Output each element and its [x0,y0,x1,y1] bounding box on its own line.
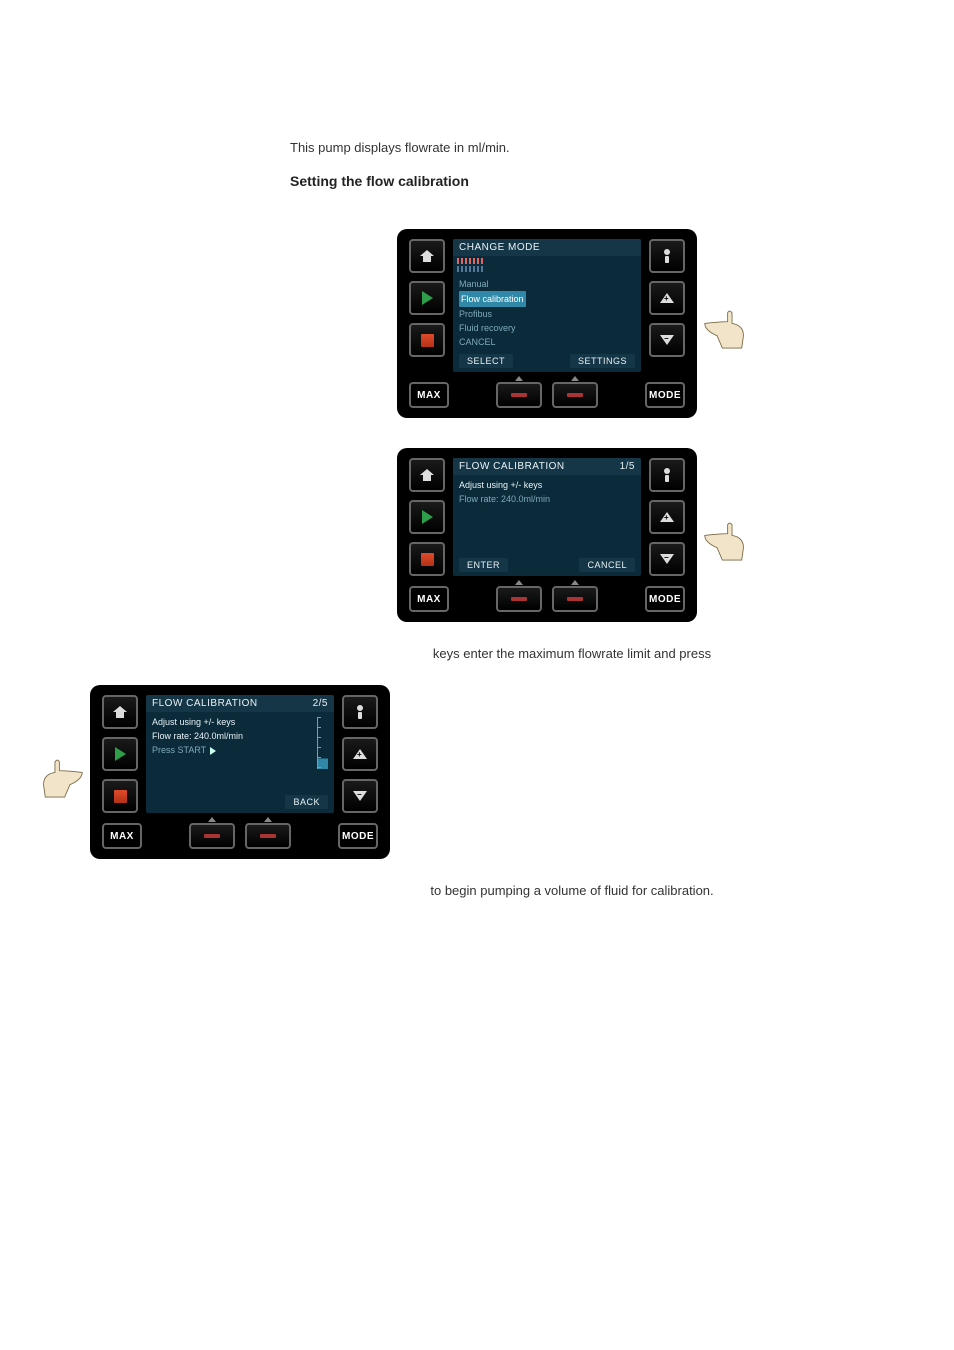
play-button[interactable] [409,281,445,315]
play-icon [115,747,126,761]
screen-title: FLOW CALIBRATION [152,698,258,709]
screen-title: CHANGE MODE [459,242,540,253]
home-button[interactable] [102,695,138,729]
hand-pointer-icon [703,297,747,350]
menu-list: Manual Flow calibration Profibus Fluid r… [453,274,641,352]
play-button[interactable] [102,737,138,771]
stop-button[interactable] [102,779,138,813]
softkey-left: ENTER [459,558,508,572]
intro-text: This pump displays flowrate in ml/min. [290,140,854,155]
softkey-right: SETTINGS [570,354,635,368]
caption-begin-pump: to begin pumping a volume of fluid for c… [290,883,854,898]
flowrate-line: Flow rate: 240.0ml/min [152,729,328,743]
softkey-left: SELECT [459,354,513,368]
down-icon [353,791,367,801]
down-button[interactable] [649,542,685,576]
figure-change-mode: CHANGE MODE Manual Flow calibration Prof… [290,229,854,418]
info-icon [354,705,366,719]
home-icon [420,469,434,481]
section-title: Setting the flow calibration [290,173,854,189]
info-icon [661,249,673,263]
menu-item: CANCEL [459,335,635,349]
down-icon [660,554,674,564]
softkey-right: CANCEL [579,558,635,572]
mode-button[interactable]: MODE [645,382,685,408]
softkey-button-right[interactable] [552,382,598,408]
stop-icon [421,553,434,566]
hand-pointer-icon [703,509,747,562]
mode-button[interactable]: MODE [645,586,685,612]
stop-icon [421,334,434,347]
screen-page: 1/5 [620,461,635,472]
down-button[interactable] [342,779,378,813]
up-button[interactable] [649,281,685,315]
lcd-screen: CHANGE MODE Manual Flow calibration Prof… [453,239,641,372]
instruction-line: Adjust using +/- keys [459,478,635,492]
stop-icon [114,790,127,803]
instruction-line: Adjust using +/- keys [152,715,328,729]
home-button[interactable] [409,458,445,492]
info-button[interactable] [342,695,378,729]
menu-item: Fluid recovery [459,321,635,335]
play-small-icon [210,747,216,755]
pump-panel: FLOW CALIBRATION 1/5 Adjust using +/- ke… [397,448,697,622]
caption-keys-enter: keys enter the maximum flowrate limit an… [290,646,854,661]
screen-title: FLOW CALIBRATION [459,461,565,472]
up-icon [660,293,674,303]
flowrate-line: Flow rate: 240.0ml/min [459,492,635,506]
home-icon [420,250,434,262]
up-button[interactable] [649,500,685,534]
figure-flowcal-1: FLOW CALIBRATION 1/5 Adjust using +/- ke… [290,448,854,622]
info-icon [661,468,673,482]
menu-item-selected: Flow calibration [459,291,635,307]
info-button[interactable] [649,239,685,273]
max-button[interactable]: MAX [102,823,142,849]
lcd-screen: FLOW CALIBRATION 1/5 Adjust using +/- ke… [453,458,641,576]
down-button[interactable] [649,323,685,357]
mode-button[interactable]: MODE [338,823,378,849]
softkey-right: BACK [285,795,328,809]
up-button[interactable] [342,737,378,771]
home-icon [113,706,127,718]
up-icon [353,749,367,759]
play-button[interactable] [409,500,445,534]
down-icon [660,335,674,345]
softkey-button-left[interactable] [496,382,542,408]
info-button[interactable] [649,458,685,492]
pump-panel: CHANGE MODE Manual Flow calibration Prof… [397,229,697,418]
pump-icon [457,258,483,272]
max-button[interactable]: MAX [409,382,449,408]
menu-item: Profibus [459,307,635,321]
up-icon [660,512,674,522]
softkey-button-right[interactable] [245,823,291,849]
screen-page: 2/5 [313,698,328,709]
figure-flowcal-2: FLOW CALIBRATION 2/5 Adjust using +/- ke… [40,685,854,859]
lcd-screen: FLOW CALIBRATION 2/5 Adjust using +/- ke… [146,695,334,813]
softkey-button-left[interactable] [189,823,235,849]
home-button[interactable] [409,239,445,273]
pump-panel: FLOW CALIBRATION 2/5 Adjust using +/- ke… [90,685,390,859]
press-start-line: Press START [152,743,328,757]
play-icon [422,291,433,305]
stop-button[interactable] [409,542,445,576]
play-icon [422,510,433,524]
hand-pointer-icon [40,746,84,799]
menu-item: Manual [459,277,635,291]
softkey-button-right[interactable] [552,586,598,612]
level-indicator-icon [317,717,328,769]
softkey-button-left[interactable] [496,586,542,612]
stop-button[interactable] [409,323,445,357]
max-button[interactable]: MAX [409,586,449,612]
